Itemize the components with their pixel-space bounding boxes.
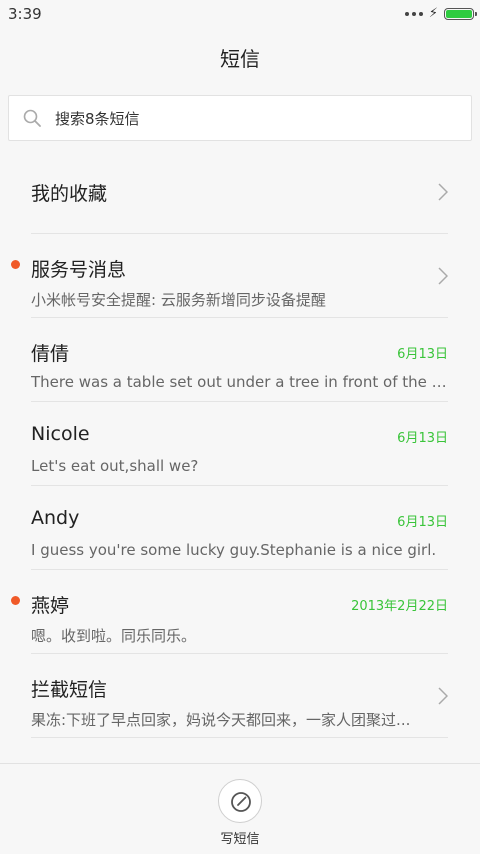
compose-button[interactable] (218, 779, 262, 823)
chevron-right-icon (438, 183, 448, 201)
status-icons: ⚡ (404, 6, 477, 21)
conversation-name: 服务号消息 (31, 259, 127, 281)
conversation-name: 燕婷 (31, 595, 70, 617)
compose-label: 写短信 (220, 832, 260, 847)
search-input[interactable]: 搜索8条短信 (8, 95, 472, 141)
conversation-preview: I guess you're some lucky guy.Stephanie … (31, 541, 437, 559)
status-bar: 3:39 ⚡ (0, 0, 480, 28)
conversation-name: 拦截短信 (31, 679, 108, 701)
conversation-date: 6月13日 (397, 515, 448, 530)
conversation-name: Nicole (31, 423, 90, 445)
conversation-preview: 果冻:下班了早点回家，妈说今天都回来，一家人团聚过... (31, 711, 411, 729)
conversation-qianqian[interactable]: 倩倩 6月13日 There was a table set out under… (0, 318, 480, 402)
battery-icon (444, 8, 477, 20)
conversation-name: Andy (31, 507, 80, 529)
status-time: 3:39 (8, 5, 42, 23)
page-title: 短信 (220, 47, 260, 71)
conversation-preview: 小米帐号安全提醒: 云服务新增同步设备提醒 (31, 291, 326, 309)
conversation-yanting[interactable]: 燕婷 2013年2月22日 嗯。收到啦。同乐同乐。 (0, 570, 480, 654)
conversation-favorites[interactable]: 我的收藏 (0, 150, 480, 234)
search-placeholder: 搜索8条短信 (55, 110, 140, 128)
signal-dots-icon (404, 12, 423, 16)
conversation-date: 6月13日 (397, 431, 448, 446)
charging-icon: ⚡ (428, 6, 438, 21)
conversation-date: 2013年2月22日 (351, 599, 448, 614)
compose-icon (231, 792, 251, 812)
conversation-preview: There was a table set out under a tree i… (31, 373, 449, 391)
conversation-preview: Let's eat out,shall we? (31, 457, 199, 475)
chevron-right-icon (438, 267, 448, 285)
conversation-andy[interactable]: Andy 6月13日 I guess you're some lucky guy… (0, 486, 480, 570)
search-icon (23, 109, 41, 127)
unread-dot (11, 260, 20, 269)
conversation-name: 倩倩 (31, 343, 70, 365)
conversation-blocked[interactable]: 拦截短信 果冻:下班了早点回家，妈说今天都回来，一家人团聚过... (0, 654, 480, 738)
conversation-date: 6月13日 (397, 347, 448, 362)
conversation-service[interactable]: 服务号消息 小米帐号安全提醒: 云服务新增同步设备提醒 (0, 234, 480, 318)
conversation-nicole[interactable]: Nicole 6月13日 Let's eat out,shall we? (0, 402, 480, 486)
conversation-preview: 嗯。收到啦。同乐同乐。 (31, 627, 197, 645)
conversation-name: 我的收藏 (31, 183, 108, 205)
bottom-bar: 写短信 (0, 763, 480, 854)
unread-dot (11, 596, 20, 605)
chevron-right-icon (438, 687, 448, 705)
